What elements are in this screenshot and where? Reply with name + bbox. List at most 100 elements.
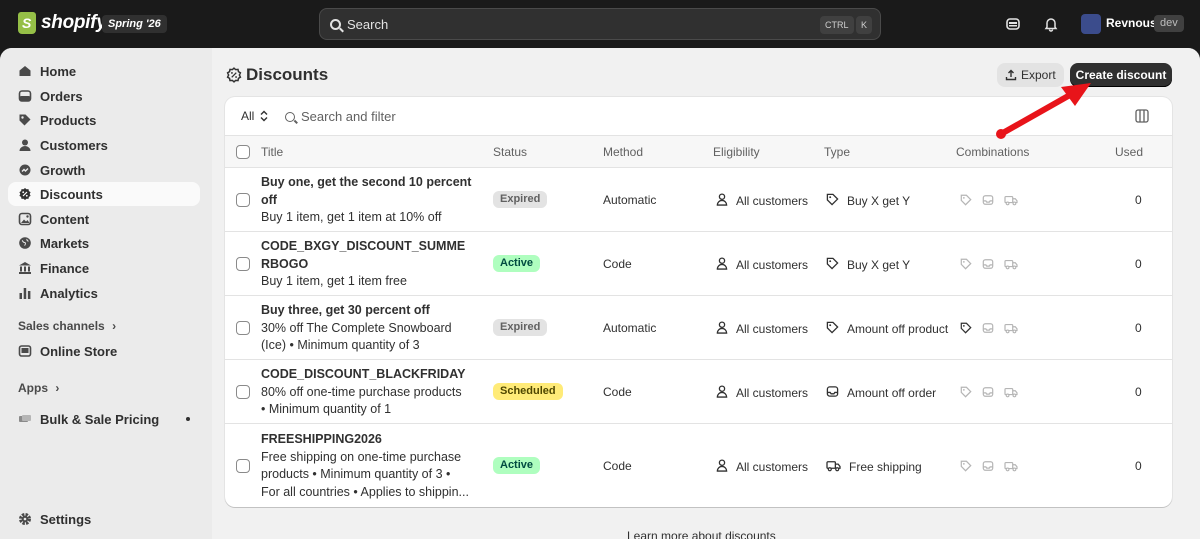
discount-title[interactable]: Buy one, get the second 10 percent off Buy… [261, 174, 475, 227]
table-row[interactable]: FREESHIPPING2026 Free shipping on one-tim… [225, 424, 1172, 507]
user-name[interactable]: Revnous [1106, 16, 1157, 30]
eligibility-cell: All customers [716, 257, 808, 273]
table-row[interactable]: CODE_DISCOUNT_BLACKFRIDAY 80% off one-tim… [225, 360, 1172, 424]
discount-title-line: off [261, 192, 277, 207]
sidebar-item-finance[interactable]: Finance [8, 256, 200, 280]
discount-title-line: CODE_BXGY_DISCOUNT_SUMME [261, 239, 466, 253]
column-header[interactable]: Method [603, 145, 643, 159]
column-header[interactable]: Used [1115, 145, 1143, 159]
avatar[interactable] [1081, 14, 1101, 34]
columns-icon[interactable] [1133, 107, 1151, 125]
status-badge: Expired [493, 191, 548, 208]
column-header[interactable]: Title [261, 145, 283, 159]
sidebar-item-home[interactable]: Home [8, 59, 200, 83]
sidebar-item-analytics[interactable]: Analytics [8, 281, 200, 305]
tag-icon [826, 193, 839, 209]
product-discount-icon [960, 322, 972, 334]
apps-label: Apps [18, 381, 48, 395]
sidebar-item-products[interactable]: Products [8, 108, 200, 132]
table-row[interactable]: Buy one, get the second 10 percent off Buy… [225, 168, 1172, 232]
learn-more-link[interactable]: Learn more about discounts [627, 529, 776, 539]
notification-bell-icon[interactable] [1041, 14, 1061, 34]
discount-summary-line: Buy 1 item, get 1 item free [261, 274, 407, 288]
row-checkbox[interactable] [236, 459, 250, 473]
combinations-cell [960, 322, 1018, 334]
sidebar-item-label: Online Store [40, 343, 118, 359]
row-checkbox[interactable] [236, 257, 250, 271]
sales-channels-label: Sales channels [18, 319, 105, 333]
sidebar-item-bulk-sale-pricing[interactable]: Bulk & Sale Pricing [8, 407, 200, 431]
brand-name: shopify [41, 12, 107, 33]
shopify-logo[interactable]: shopify [18, 12, 107, 34]
eligibility-text: All customers [736, 386, 809, 400]
discounts-table-card: All Search and filter Title Status Metho… [225, 97, 1172, 507]
discount-title[interactable]: Buy three, get 30 percent off 30% off The… [261, 302, 475, 355]
home-icon [18, 64, 32, 78]
column-header[interactable]: Combinations [956, 145, 1029, 159]
global-search-input[interactable]: Search CTRL K [319, 8, 881, 40]
type-text: Free shipping [849, 460, 922, 474]
table-row[interactable]: Buy three, get 30 percent off 30% off The… [225, 296, 1172, 360]
chevron-right-icon: › [112, 319, 117, 333]
sidebar-item-content[interactable]: Content [8, 207, 200, 231]
sidebar-item-orders[interactable]: Orders [8, 84, 200, 108]
globe-icon [18, 236, 32, 250]
person-icon [716, 459, 728, 475]
status-cell: Active [493, 457, 541, 474]
search-and-filter-input[interactable]: Search and filter [285, 109, 396, 124]
search-icon [285, 111, 295, 122]
method-cell: Automatic [603, 193, 657, 207]
shortcut-k: K [856, 16, 873, 34]
store-icon[interactable] [1003, 14, 1023, 34]
order-discount-icon [982, 460, 994, 472]
discount-title[interactable]: FREESHIPPING2026 Free shipping on one-tim… [261, 431, 475, 501]
type-text: Amount off order [847, 386, 937, 400]
discount-summary-line: 80% off one-time purchase products [261, 384, 462, 399]
sidebar-item-growth[interactable]: Growth [8, 158, 200, 182]
sidebar-item-label: Content [40, 211, 90, 227]
discount-icon [226, 67, 242, 83]
status-badge: Expired [493, 319, 548, 336]
table-row[interactable]: CODE_BXGY_DISCOUNT_SUMME RBOGO Buy 1 item,… [225, 232, 1172, 296]
sidebar-item-markets[interactable]: Markets [8, 231, 200, 255]
view-select[interactable]: All [241, 109, 268, 123]
used-count: 0 [1135, 321, 1142, 335]
discount-title[interactable]: CODE_BXGY_DISCOUNT_SUMME RBOGO Buy 1 item,… [261, 238, 475, 291]
discount-title[interactable]: CODE_DISCOUNT_BLACKFRIDAY 80% off one-tim… [261, 366, 475, 419]
sidebar-item-label: Bulk & Sale Pricing [40, 411, 160, 427]
column-header[interactable]: Eligibility [713, 145, 760, 159]
used-count: 0 [1135, 459, 1142, 473]
column-header[interactable]: Status [493, 145, 527, 159]
method-cell: Code [603, 385, 632, 399]
sidebar-item-customers[interactable]: Customers [8, 133, 200, 157]
person-icon [716, 257, 728, 273]
used-count: 0 [1135, 193, 1142, 207]
method-cell: Automatic [603, 321, 657, 335]
column-header[interactable]: Type [824, 145, 850, 159]
combinations-cell [960, 194, 1018, 206]
eligibility-cell: All customers [716, 385, 808, 401]
sidebar: Home Orders Products Customers Growth Di… [0, 48, 212, 539]
status-cell: Scheduled [493, 383, 563, 400]
sidebar-item-online-store[interactable]: Online Store [8, 339, 200, 363]
sidebar-item-discounts[interactable]: Discounts [8, 182, 200, 206]
row-checkbox[interactable] [236, 321, 250, 335]
discount-title-line: CODE_DISCOUNT_BLACKFRIDAY [261, 367, 466, 381]
status-badge: Active [493, 255, 541, 272]
type-text: Buy X get Y [847, 258, 911, 272]
row-checkbox[interactable] [236, 385, 250, 399]
tag-icon [826, 257, 839, 273]
search-filter-placeholder: Search and filter [301, 109, 396, 124]
apps-header[interactable]: Apps › [18, 381, 59, 395]
sidebar-item-label: Finance [40, 260, 90, 276]
discount-summary-line: Buy 1 item, get 1 item at 10% off [261, 210, 442, 224]
row-checkbox[interactable] [236, 193, 250, 207]
sales-channels-header[interactable]: Sales channels › [18, 319, 116, 333]
sidebar-item-settings[interactable]: Settings [8, 507, 200, 531]
shipping-discount-icon [1004, 322, 1018, 334]
type-cell: Free shipping [826, 459, 922, 475]
discount-summary-line: For all countries • Applies to shippin..… [261, 484, 469, 499]
person-icon [716, 321, 728, 337]
eligibility-cell: All customers [716, 193, 808, 209]
select-all-checkbox[interactable] [236, 145, 250, 159]
